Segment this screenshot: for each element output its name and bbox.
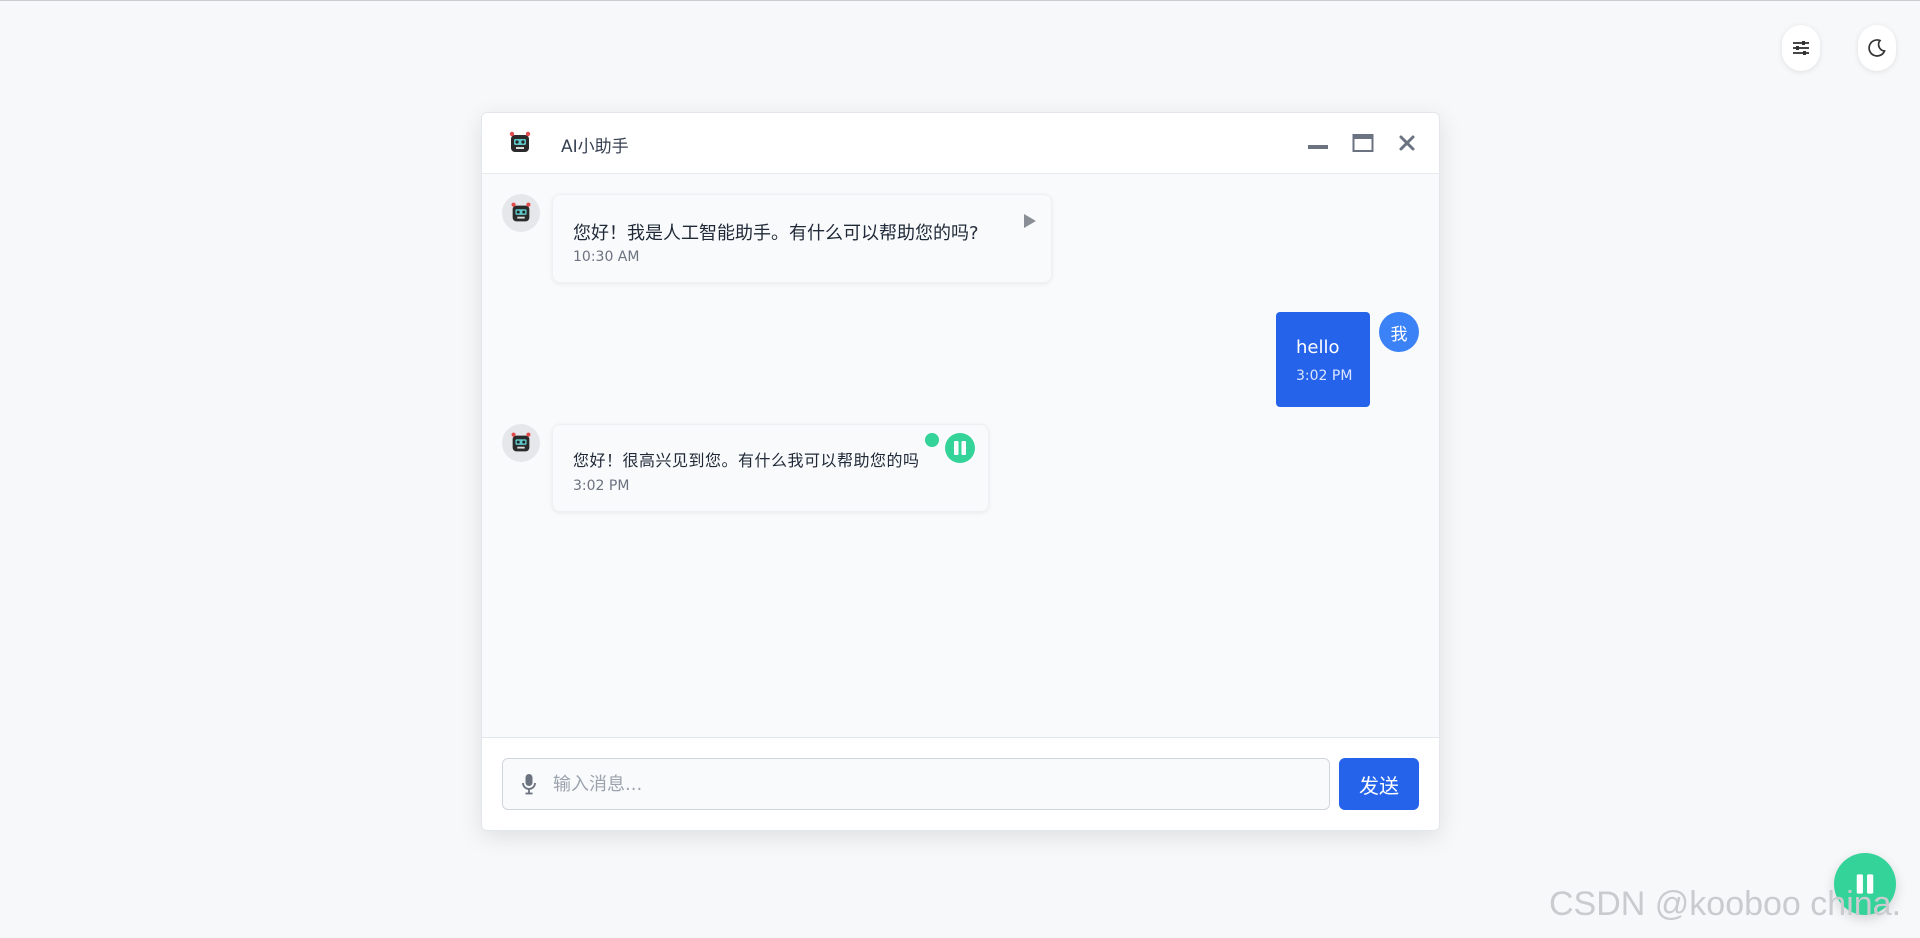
message-list: 您好！我是人工智能助手。有什么可以帮助您的吗? 10:30 AM hello 3… [482,174,1439,737]
watermark: CSDN @kooboo china. [1549,885,1902,923]
bot-message-bubble: 您好！我是人工智能助手。有什么可以帮助您的吗? 10:30 AM [552,194,1052,283]
settings-sliders-icon [1793,41,1809,55]
robot-icon [511,432,531,452]
chat-footer: 发送 [482,737,1439,830]
maximize-icon [1352,134,1374,152]
minimize-button[interactable] [1306,131,1330,155]
chat-title: AI小助手 [561,137,629,157]
bot-avatar [502,194,540,232]
message-time: 3:02 PM [1296,368,1353,384]
message-input[interactable] [551,759,1315,809]
message-text: 您好！我是人工智能助手。有什么可以帮助您的吗? [573,223,979,244]
moon-icon [1868,39,1886,57]
speaking-indicator [925,433,939,447]
microphone-icon[interactable] [521,773,537,795]
play-icon [1024,214,1036,228]
send-button[interactable]: 发送 [1339,758,1419,810]
maximize-button[interactable] [1351,131,1375,155]
bot-avatar [502,424,540,462]
robot-icon [511,202,531,222]
message-time: 10:30 AM [573,249,640,265]
chat-window: AI小助手 您好！我是人工智能助手。有什么可以帮助您的吗? 10:30 AM h… [481,112,1440,831]
message-text: hello [1296,337,1340,358]
theme-toggle-button[interactable] [1858,25,1896,71]
message-text: 您好！很高兴见到您。有什么我可以帮助您的吗 [573,451,920,470]
chat-header: AI小助手 [482,113,1439,174]
play-audio-button[interactable] [1015,207,1043,235]
user-message-bubble: hello 3:02 PM [1276,312,1370,407]
user-avatar: 我 [1379,312,1419,352]
settings-button[interactable] [1782,25,1820,71]
robot-icon [509,131,531,152]
bot-message-bubble: 您好！很高兴见到您。有什么我可以帮助您的吗 3:02 PM [552,424,989,512]
message-time: 3:02 PM [573,478,630,494]
minimize-icon [1308,145,1328,149]
message-input-wrapper [502,758,1330,810]
close-icon [1399,135,1415,151]
close-button[interactable] [1395,131,1419,155]
pause-icon [954,441,966,455]
pause-audio-button[interactable] [945,433,975,463]
